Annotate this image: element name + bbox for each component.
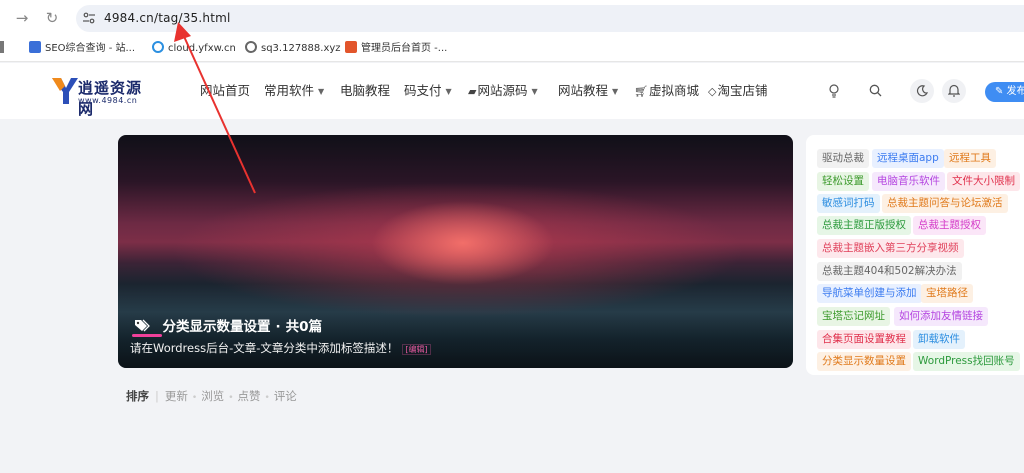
globe-icon bbox=[245, 41, 257, 53]
tag-link[interactable]: 电脑音乐软件 bbox=[872, 172, 945, 191]
tag-link[interactable]: 轻松设置 bbox=[817, 172, 869, 191]
tag-link[interactable]: 宝塔路径 bbox=[921, 284, 973, 303]
reload-icon[interactable]: ↻ bbox=[42, 8, 62, 28]
nav-item-web-tutorials[interactable]: 网站教程 ▼ bbox=[558, 82, 618, 101]
tag-link[interactable]: 总裁主题问答与论坛激活 bbox=[882, 194, 1008, 213]
tag-banner: 分类显示数量设置 · 共0篇 请在Wordress后台-文章-文章分类中添加标签描述… bbox=[118, 135, 793, 368]
seo-favicon-icon bbox=[29, 41, 41, 53]
tag-link[interactable]: 文件大小限制 bbox=[947, 172, 1020, 191]
tag-link[interactable]: 导航菜单创建与添加 bbox=[817, 284, 922, 303]
tag-cloud-panel: 驱动总裁 远程桌面app 远程工具 轻松设置 电脑音乐软件 文件大小限制 敏感词… bbox=[806, 135, 1024, 375]
url-text[interactable]: 4984.cn/tag/35.html bbox=[104, 11, 231, 25]
chevron-down-icon: ▼ bbox=[612, 87, 619, 96]
sort-label: 排序 bbox=[126, 389, 149, 403]
edit-link[interactable]: [编辑] bbox=[402, 344, 431, 355]
k-favicon-icon bbox=[345, 41, 357, 53]
tag-link[interactable]: 如何添加友情链接 bbox=[894, 307, 988, 326]
nav-item-software[interactable]: 常用软件 ▼ bbox=[264, 82, 324, 101]
chevron-down-icon: ▼ bbox=[531, 87, 538, 96]
tag-link[interactable]: 敏感词打码 bbox=[817, 194, 880, 213]
nav-item-code-pay[interactable]: 码支付 ▼ bbox=[404, 82, 452, 101]
search-icon[interactable] bbox=[863, 79, 887, 103]
sort-option-updated[interactable]: 更新 bbox=[165, 389, 188, 403]
tag-link[interactable]: 总裁主题嵌入第三方分享视频 bbox=[817, 239, 964, 258]
sort-option-comments[interactable]: 评论 bbox=[274, 389, 297, 403]
sort-bar: 排序 | 更新 • 浏览 • 点赞 • 评论 bbox=[126, 389, 297, 403]
chevron-down-icon: ▼ bbox=[318, 87, 325, 96]
cloud-favicon-icon bbox=[152, 41, 164, 53]
logo-mark-icon bbox=[52, 78, 78, 104]
tag-name: 分类显示数量设置 bbox=[162, 319, 271, 335]
title-underline bbox=[132, 334, 162, 337]
tag-description: 请在Wordress后台-文章-文章分类中添加标签描述！ [编辑] bbox=[130, 340, 431, 356]
bookmarks-bar: SEO综合查询 - 站... cloud.yfxw.cn sq3.127888.… bbox=[0, 36, 1024, 62]
publish-button[interactable]: ✎ 发布 bbox=[985, 82, 1024, 102]
nav-item-virtual-mall[interactable]: 🛒︎虚拟商城 bbox=[634, 82, 699, 101]
bookmark-item[interactable]: 管理员后台首页 -... bbox=[345, 41, 447, 57]
nav-item-home[interactable]: 网站首页 bbox=[200, 82, 250, 100]
bookmark-item[interactable]: cloud.yfxw.cn bbox=[152, 41, 236, 57]
address-bar[interactable]: 4984.cn/tag/35.html bbox=[76, 5, 1024, 32]
diamond-icon: ◇ bbox=[708, 85, 717, 98]
bookmark-item[interactable]: SEO综合查询 - 站... bbox=[29, 41, 135, 57]
banner-title: 分类显示数量设置 · 共0篇 bbox=[134, 315, 322, 335]
lightbulb-icon[interactable] bbox=[822, 79, 846, 103]
tag-link[interactable]: 远程桌面app bbox=[872, 149, 944, 168]
tag-link[interactable]: 总裁主题404和502解决办法 bbox=[817, 262, 962, 281]
tags-icon bbox=[134, 319, 155, 335]
sort-option-views[interactable]: 浏览 bbox=[201, 389, 224, 403]
nav-item-pc-tutorials[interactable]: 电脑教程 bbox=[340, 82, 390, 100]
nav-item-taobao-store[interactable]: ◇淘宝店铺 bbox=[708, 82, 767, 101]
tag-link[interactable]: 分类显示数量设置 bbox=[817, 352, 911, 371]
tag-link[interactable]: 总裁主题授权 bbox=[913, 216, 986, 235]
apps-icon[interactable] bbox=[0, 41, 4, 57]
tag-link[interactable]: 远程工具 bbox=[944, 149, 996, 168]
forward-icon[interactable]: → bbox=[12, 8, 32, 28]
tag-link[interactable]: WordPress找回账号 bbox=[913, 352, 1020, 371]
dark-mode-icon[interactable] bbox=[910, 79, 934, 103]
folder-icon: ▰ bbox=[468, 85, 477, 98]
site-logo[interactable]: 逍遥资源网 www.4984.cn bbox=[52, 76, 152, 118]
bookmark-item[interactable]: sq3.127888.xyz bbox=[245, 41, 341, 57]
tag-link[interactable]: 驱动总裁 bbox=[817, 149, 869, 168]
sort-option-likes[interactable]: 点赞 bbox=[238, 389, 261, 403]
tag-link[interactable]: 总裁主题正版授权 bbox=[817, 216, 911, 235]
site-info-icon[interactable] bbox=[82, 11, 96, 25]
logo-subtitle: www.4984.cn bbox=[78, 96, 138, 105]
site-header: 逍遥资源网 www.4984.cn 网站首页 常用软件 ▼ 电脑教程 码支付 ▼ ▰… bbox=[0, 63, 1024, 119]
post-count: 共0篇 bbox=[285, 319, 323, 335]
bell-icon[interactable] bbox=[942, 79, 966, 103]
tag-link[interactable]: 卸载软件 bbox=[913, 330, 965, 349]
cart-icon: 🛒︎ bbox=[634, 85, 648, 98]
browser-toolbar: → ↻ 4984.cn/tag/35.html bbox=[0, 0, 1024, 36]
chevron-down-icon: ▼ bbox=[445, 87, 452, 96]
tag-link[interactable]: 合集页面设置教程 bbox=[817, 330, 911, 349]
tag-link[interactable]: 宝塔忘记网址 bbox=[817, 307, 890, 326]
nav-item-source-code[interactable]: ▰网站源码 ▼ bbox=[468, 82, 538, 101]
